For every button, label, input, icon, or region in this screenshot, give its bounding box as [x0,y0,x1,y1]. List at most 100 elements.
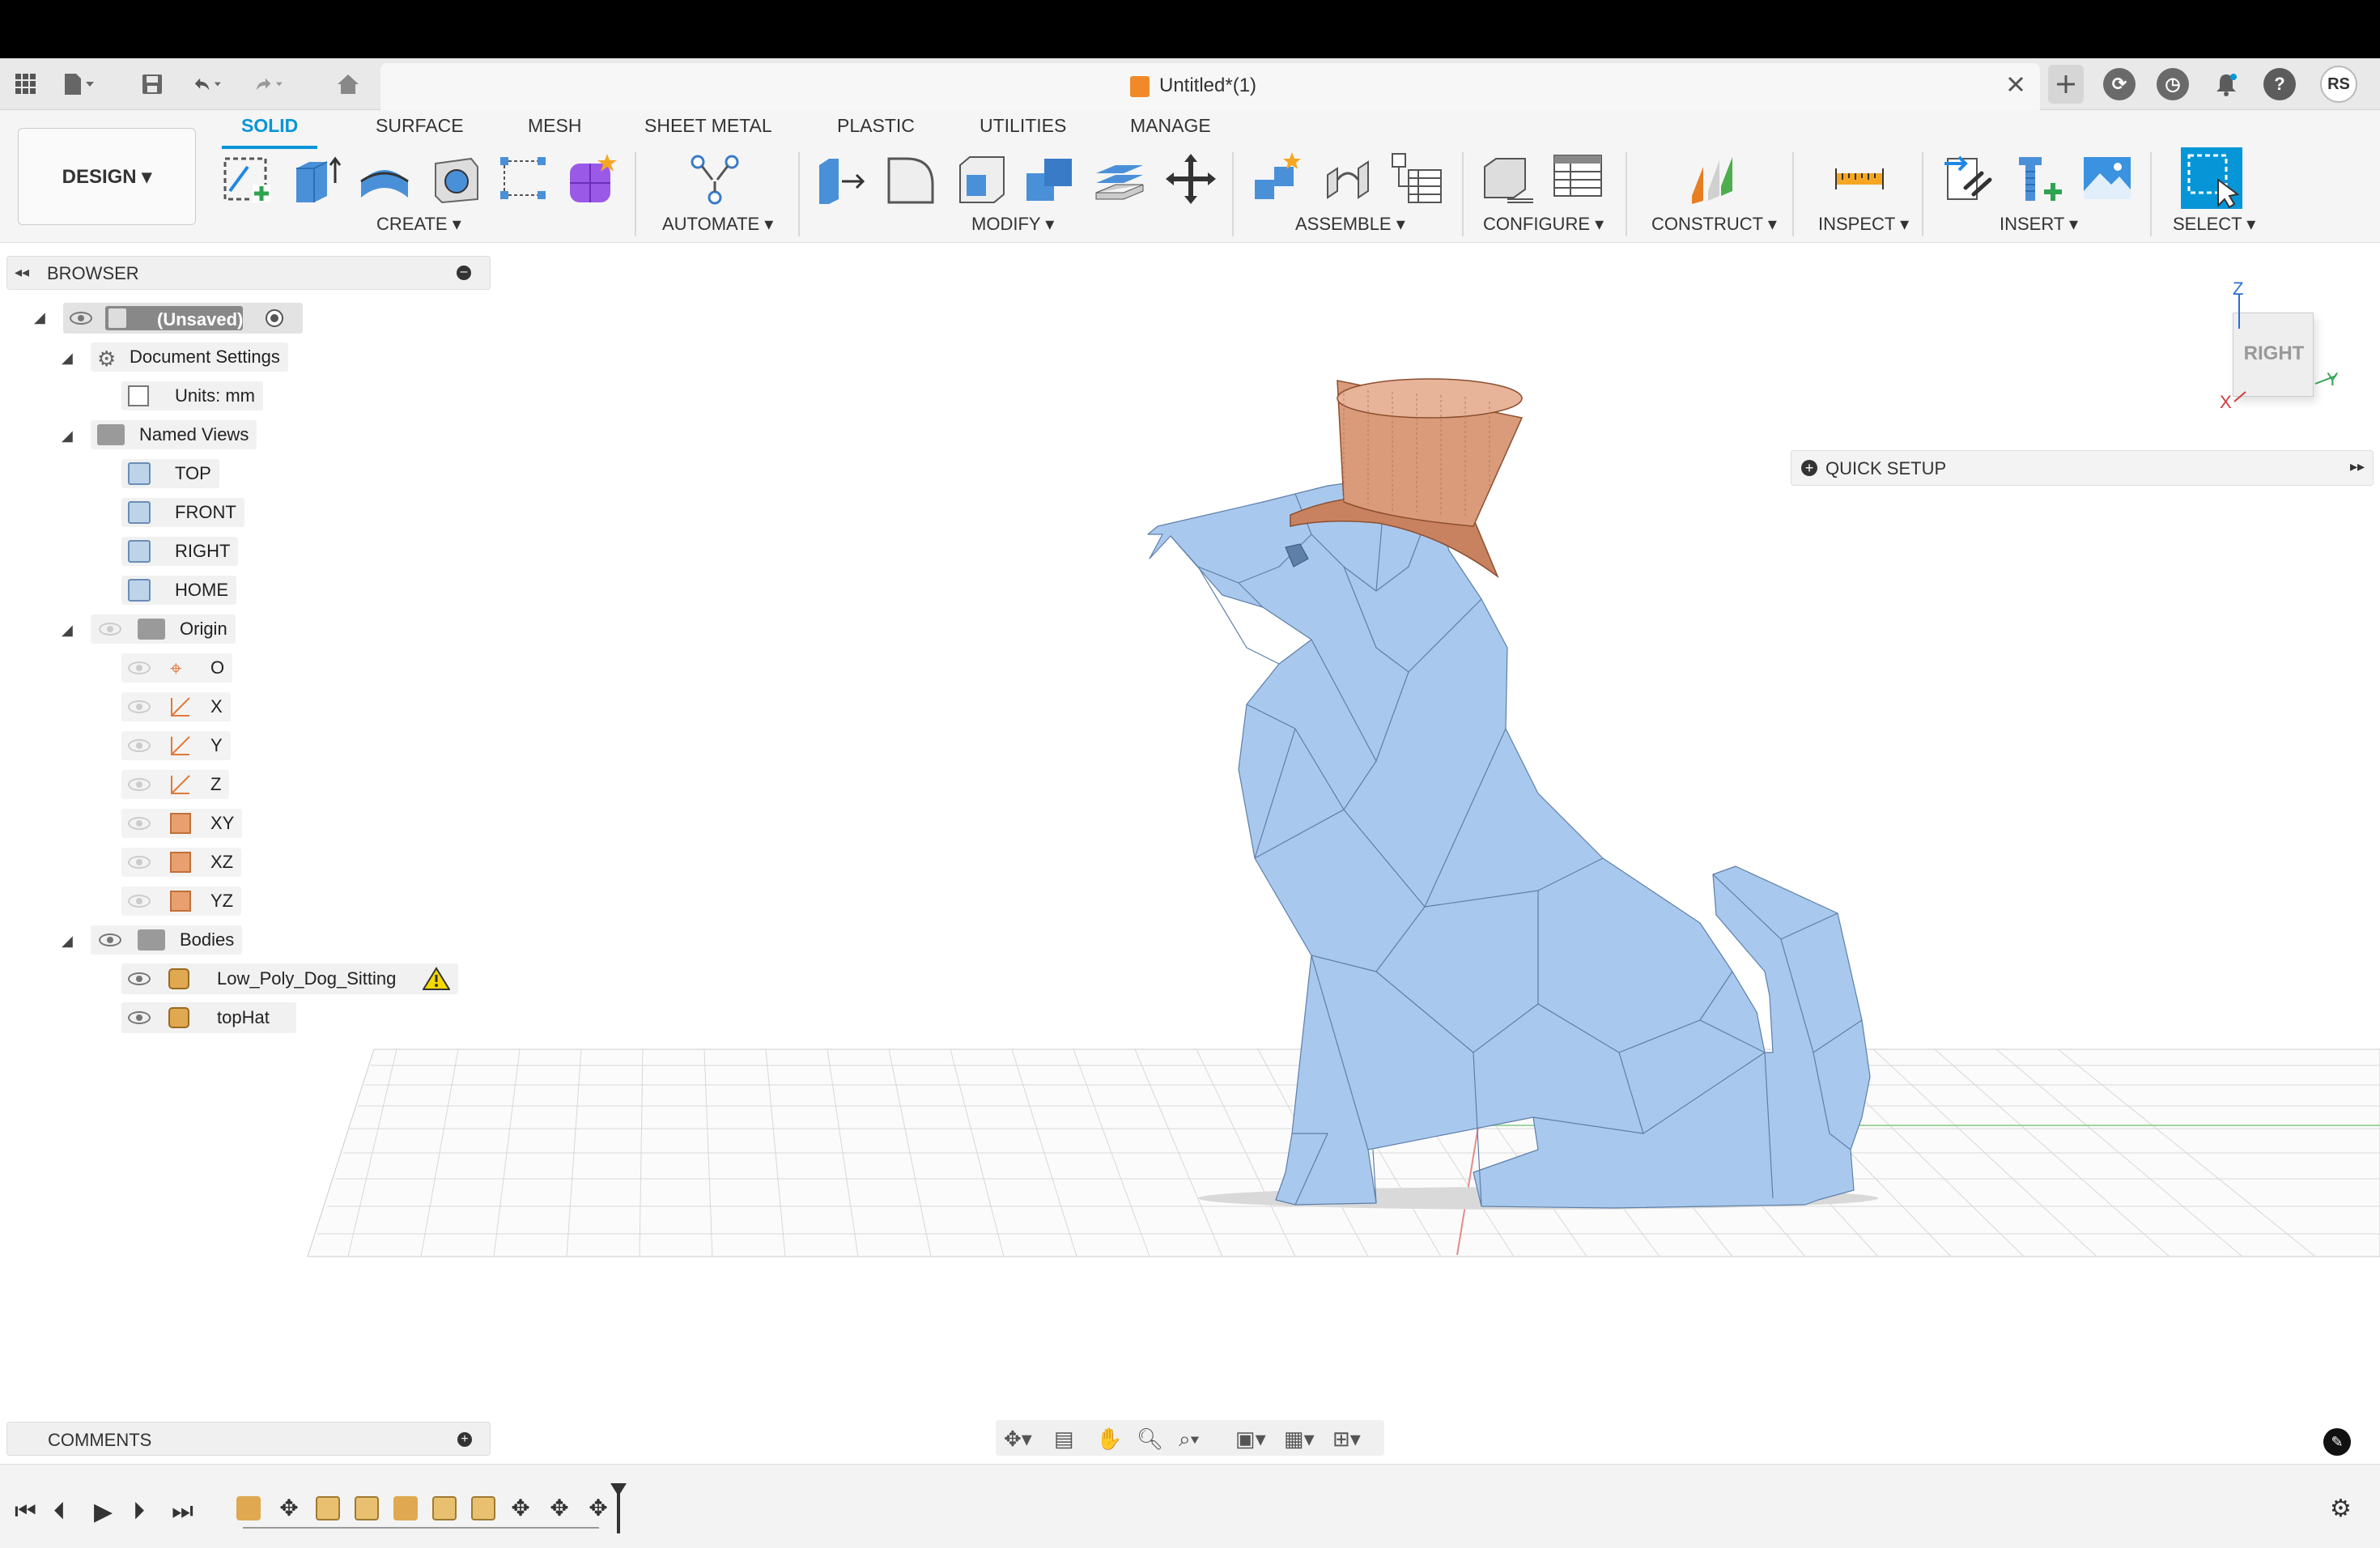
visibility-eye-icon[interactable] [70,312,92,325]
hidden-eye-icon[interactable] [128,895,151,908]
press-pull-icon[interactable] [813,151,869,207]
timeline-move-feature[interactable]: ✥ [586,1496,610,1520]
timeline-feature[interactable] [355,1496,379,1520]
origin-item-xz[interactable]: XZ [121,847,242,878]
visibility-eye-icon[interactable] [128,1011,151,1024]
pan-hand-icon[interactable]: ✋ [1096,1427,1122,1452]
collapse-bodies-icon[interactable]: ◢ [62,933,73,950]
collapse-root-icon[interactable]: ◢ [34,309,45,326]
tab-plastic[interactable]: PLASTIC [837,115,915,137]
go-to-end-icon[interactable]: ⏭ [172,1498,193,1525]
offset-face-icon[interactable] [1091,151,1148,207]
timeline-body-feature[interactable] [236,1496,261,1520]
comments-panel[interactable]: COMMENTS + [6,1422,491,1456]
document-settings-row[interactable]: Document Settings ⚙ [91,342,288,372]
hidden-eye-icon[interactable] [99,623,121,636]
grid-settings-icon[interactable]: ▦▾ [1284,1427,1315,1452]
tab-sheet-metal[interactable]: SHEET METAL [644,115,772,137]
select-group-label[interactable]: SELECT ▾ [2173,214,2255,235]
named-view-top[interactable]: TOP [121,458,219,489]
clock-icon[interactable]: ◷ [2157,68,2189,100]
visibility-eye-icon[interactable] [99,933,121,946]
timeline-move-feature[interactable]: ✥ [547,1496,572,1520]
timeline-feature[interactable] [432,1496,457,1520]
origin-item-o[interactable]: O ⌖ [121,653,233,683]
collapse-browser-icon[interactable]: ◂◂ [15,264,29,281]
revolve-icon[interactable] [356,151,413,207]
timeline-move-feature[interactable]: ✥ [508,1496,533,1520]
select-icon[interactable] [2181,147,2242,209]
create-group-label[interactable]: CREATE ▾ [376,214,461,235]
warning-icon[interactable] [423,967,450,991]
units-row[interactable]: Units: mm [121,381,263,411]
orbit-icon[interactable]: ✥▾ [1004,1427,1032,1452]
workspace-switcher-button[interactable]: DESIGN ▾ [18,128,196,225]
hidden-eye-icon[interactable] [128,739,151,752]
new-component-icon[interactable] [1250,151,1307,207]
hidden-eye-icon[interactable] [128,817,151,830]
insert-derive-icon[interactable] [1941,151,1998,207]
tab-manage[interactable]: MANAGE [1130,115,1211,137]
insert-canvas-icon[interactable] [2079,151,2136,207]
bodies-row[interactable]: Bodies [91,925,243,955]
add-comment-icon[interactable]: + [457,1432,472,1447]
fillet-icon[interactable] [882,151,939,207]
body-row-dog[interactable]: Low_Poly_Dog_Sitting [121,963,458,994]
text-commands-icon[interactable]: ✎ [2323,1428,2351,1456]
origin-row[interactable]: Origin [91,614,236,644]
close-tab-icon[interactable] [2000,68,2032,100]
job-status-icon[interactable]: ⟳ [2103,68,2136,100]
hidden-eye-icon[interactable] [128,778,151,791]
app-grid-icon[interactable] [10,68,42,100]
configure-group-label[interactable]: CONFIGURE ▾ [1483,214,1604,235]
user-avatar[interactable]: RS [2320,66,2357,103]
play-icon[interactable]: ▶ [94,1498,113,1526]
insert-group-label[interactable]: INSERT ▾ [2000,214,2078,235]
configuration-table-icon[interactable] [1549,151,1606,207]
named-view-home[interactable]: HOME [121,575,236,606]
file-menu-icon[interactable] [62,68,94,100]
timeline-feature[interactable] [471,1496,495,1520]
fit-zoom-icon[interactable]: ⌕▾ [1179,1427,1199,1452]
create-form-icon[interactable] [563,151,620,207]
go-to-start-icon[interactable]: ⏮ [15,1498,36,1525]
tree-root-row[interactable]: (Unsaved) [63,303,303,334]
collapse-document-settings-icon[interactable]: ◢ [62,350,73,367]
origin-item-z[interactable]: Z [121,769,230,800]
named-views-row[interactable]: Named Views [91,419,257,450]
zoom-icon[interactable]: 🔍︎ [1137,1427,1163,1452]
origin-item-x[interactable]: X [121,691,231,722]
step-forward-icon[interactable]: ⏵ [133,1498,145,1525]
tab-solid[interactable]: SOLID [241,115,298,137]
new-tab-icon[interactable] [2048,65,2084,104]
timeline-move-feature[interactable]: ✥ [277,1496,301,1520]
origin-item-xy[interactable]: XY [121,808,243,839]
tab-mesh[interactable]: MESH [528,115,581,137]
timeline-body-feature[interactable] [393,1496,418,1520]
redo-icon[interactable] [253,68,285,100]
measure-icon[interactable] [1831,151,1888,207]
create-sketch-icon[interactable] [220,151,277,207]
expand-icon[interactable]: ▸▸ [2350,458,2365,475]
timeline-settings-gear-icon[interactable]: ⚙ [2330,1495,2352,1523]
construct-group-label[interactable]: CONSTRUCT ▾ [1651,214,1777,235]
named-view-front[interactable]: FRONT [121,497,244,528]
hidden-eye-icon[interactable] [128,700,151,713]
home-icon[interactable] [330,68,366,100]
hidden-eye-icon[interactable] [128,856,151,869]
visibility-eye-icon[interactable] [128,972,151,985]
step-back-icon[interactable]: ⏴ [53,1498,66,1525]
inspect-group-label[interactable]: INSPECT ▾ [1818,214,1909,235]
notifications-bell-icon[interactable] [2210,68,2242,100]
display-settings-icon[interactable]: ▣▾ [1235,1427,1266,1452]
body-row-tophat[interactable]: topHat [121,1002,296,1033]
quick-setup-panel[interactable]: + QUICK SETUP ▸▸ [1791,450,2374,486]
origin-item-y[interactable]: Y [121,730,231,761]
undo-icon[interactable] [191,68,223,100]
configure-icon[interactable] [1480,151,1536,207]
origin-item-yz[interactable]: YZ [121,886,242,916]
collapse-origin-icon[interactable]: ◢ [62,622,73,639]
modify-group-label[interactable]: MODIFY ▾ [971,214,1054,235]
scene-canvas[interactable] [0,243,2380,1464]
activate-radio-icon[interactable] [266,309,283,327]
